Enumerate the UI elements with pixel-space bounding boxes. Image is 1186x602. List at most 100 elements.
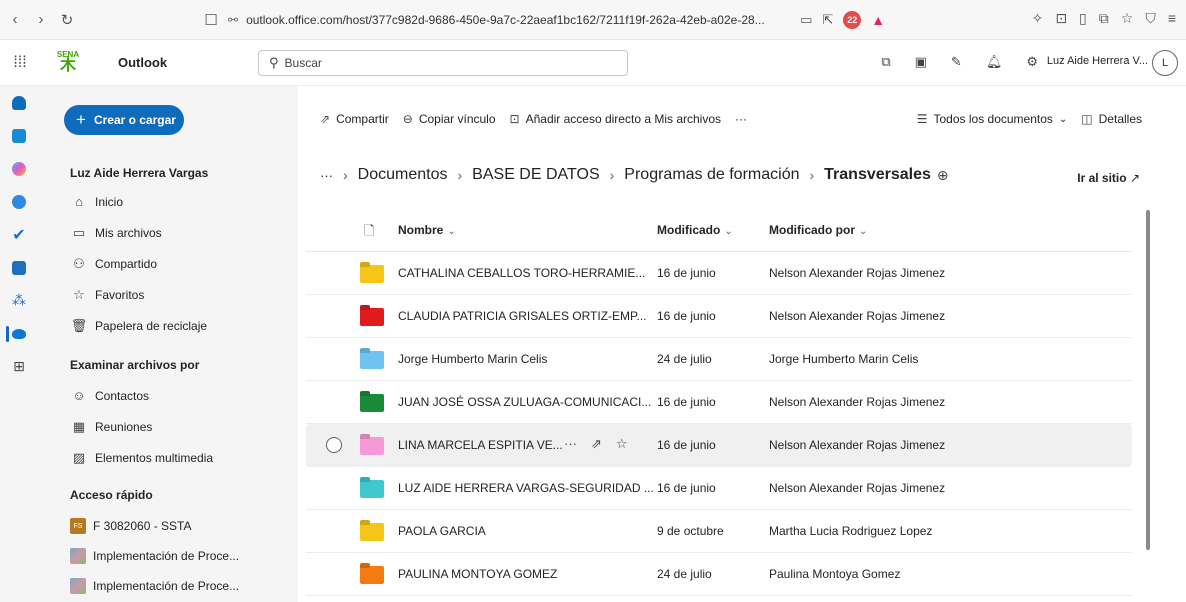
add-shortcut-button[interactable]: ⊡ Añadir acceso directo a Mis archivos	[510, 112, 721, 126]
address-bar[interactable]: ⚯ outlook.office.com/host/377c982d-9686-…	[228, 8, 908, 32]
file-name[interactable]: LUZ AIDE HERRERA VARGAS-SEGURIDAD ...	[398, 481, 654, 495]
quick-item-ssta[interactable]: FS F 3082060 - SSTA	[70, 518, 192, 534]
copy-link-button[interactable]: ⊖ Copiar vínculo	[403, 112, 496, 126]
favorite-star-icon[interactable]: ☆	[616, 436, 628, 452]
app-launcher-icon[interactable]: ⁞⁞⁞	[0, 54, 40, 72]
rail-org[interactable]: ⁂	[0, 284, 38, 317]
quick-item-implementacion-2[interactable]: Implementación de Proce...	[70, 578, 239, 594]
table-row[interactable]: CLAUDIA PATRICIA GRISALES ORTIZ-EMP... 16…	[306, 295, 1132, 338]
nav-item-reuniones[interactable]: ▦ Reuniones	[70, 419, 153, 435]
favorites-icon[interactable]: ☆	[1121, 10, 1134, 27]
sidebar-icon[interactable]: ▯	[1079, 10, 1087, 27]
table-row[interactable]: CATHALINA CEBALLOS TORO-HERRAMIE... 16 de…	[306, 252, 1132, 295]
shortcut-icon: ⊡	[509, 112, 520, 126]
rail-mail[interactable]	[0, 86, 38, 119]
rail-files[interactable]	[0, 251, 38, 284]
file-type-icon[interactable]: 🗋︎	[364, 222, 374, 244]
screenshot-icon[interactable]: ⊡	[1055, 10, 1067, 27]
share-button[interactable]: ⇗ Compartir	[320, 112, 389, 126]
file-name[interactable]: CLAUDIA PATRICIA GRISALES ORTIZ-EMP...	[398, 309, 647, 323]
file-name[interactable]: CATHALINA CEBALLOS TORO-HERRAMIE...	[398, 266, 645, 280]
table-row[interactable]: LUZ AIDE HERRERA VARGAS-SEGURIDAD ... 16 …	[306, 467, 1132, 510]
details-button[interactable]: ◫ Detalles	[1081, 112, 1142, 126]
more-commands-button[interactable]: ···	[735, 112, 747, 126]
feedback-icon[interactable]: ✎	[951, 54, 962, 70]
nav-item-inicio[interactable]: ⌂ Inicio	[70, 194, 123, 209]
nav-item-compartido[interactable]: ⚇ Compartido	[70, 256, 157, 272]
rail-people[interactable]	[0, 185, 38, 218]
column-header-modified-by[interactable]: Modificado por ⌄	[769, 223, 867, 237]
table-row[interactable]: PAULINA MONTOYA GOMEZ 24 de julio Paulina …	[306, 553, 1132, 596]
extension-triangle-icon[interactable]: ▲	[871, 12, 885, 28]
settings-icon[interactable]: ⚙	[1026, 54, 1038, 70]
breadcrumb-item[interactable]: Documentos	[358, 166, 448, 184]
view-selector[interactable]: ☰ Todos los documentos ⌄	[917, 112, 1068, 126]
site-info-icon[interactable]: ⚯	[228, 13, 238, 27]
more-actions-icon[interactable]: ···	[564, 436, 577, 452]
tabs-icon[interactable]: ⧉	[1099, 10, 1109, 27]
office-app-icon[interactable]: ▣	[915, 54, 927, 70]
app-title[interactable]: Outlook	[118, 55, 167, 70]
file-name[interactable]: Jorge Humberto Marin Celis	[398, 352, 547, 366]
menu-icon[interactable]: ≡	[1168, 10, 1176, 27]
view-lines-icon: ☰	[916, 112, 928, 126]
row-select-radio[interactable]	[326, 437, 342, 453]
notifications-icon[interactable]: 🔔︎	[986, 54, 1003, 70]
share-icon[interactable]: ⇗	[591, 436, 602, 452]
file-name[interactable]: JUAN JOSÉ OSSA ZULUAGA-COMUNICACI...	[398, 395, 651, 409]
share-page-icon[interactable]: ⇱	[822, 12, 833, 28]
chevron-right-icon: ›	[457, 167, 463, 183]
scrollbar[interactable]	[1146, 210, 1150, 550]
url-text: outlook.office.com/host/377c982d-9686-45…	[246, 13, 765, 27]
reload-icon[interactable]: ↻	[56, 9, 78, 31]
rail-calendar[interactable]	[0, 119, 38, 152]
nav-item-contactos[interactable]: ☺ Contactos	[70, 388, 149, 403]
extension-badge-icon[interactable]: 22	[843, 11, 862, 29]
search-input[interactable]: ⚲ Buscar	[258, 50, 628, 76]
user-name[interactable]: Luz Aide Herrera V...	[1047, 55, 1148, 67]
nav-item-multimedia[interactable]: ▨ Elementos multimedia	[70, 450, 213, 466]
owner-name: Luz Aide Herrera Vargas	[70, 166, 209, 180]
apps-grid-icon: ⊞	[13, 358, 25, 374]
rail-copilot[interactable]	[0, 152, 38, 185]
file-name[interactable]: PAULINA MONTOYA GOMEZ	[398, 567, 557, 581]
table-row[interactable]: JUAN JOSÉ OSSA ZULUAGA-COMUNICACI... 16 d…	[306, 381, 1132, 424]
column-header-modified[interactable]: Modificado ⌄	[657, 223, 733, 237]
breadcrumb-overflow[interactable]: ···	[320, 168, 333, 183]
breadcrumb-item[interactable]: Programas de formación	[624, 166, 799, 184]
nav-item-favoritos[interactable]: ☆ Favoritos	[70, 287, 144, 303]
breadcrumb-item[interactable]: BASE DE DATOS	[472, 166, 599, 184]
shield-icon[interactable]: ⛉	[1145, 10, 1156, 27]
forward-icon[interactable]: ›	[30, 9, 52, 31]
nav-item-papelera[interactable]: 🗑︎ Papelera de reciclaje	[70, 318, 207, 334]
table-row[interactable]: PAOLA GARCIA 9 de octubre Martha Lucia Rod…	[306, 510, 1132, 553]
calendar-icon: ▦	[72, 419, 86, 434]
rail-more-apps[interactable]: ⊞	[0, 350, 38, 383]
nav-item-mis-archivos[interactable]: ▭ Mis archivos	[70, 225, 162, 241]
cast-icon[interactable]: ▭	[800, 12, 812, 28]
main-content: ⇗ Compartir ⊖ Copiar vínculo ⊡ Añadir acces…	[298, 86, 1186, 602]
file-name[interactable]: PAOLA GARCIA	[398, 524, 486, 538]
modified-date: 16 de junio	[657, 266, 716, 280]
extensions-icon[interactable]: ✧	[1032, 10, 1044, 27]
rail-todo[interactable]: ✔	[0, 218, 38, 251]
list-header: 🗋︎ Nombre ⌄ Modificado ⌄ Modificado por ⌄	[306, 208, 1132, 252]
table-row[interactable]: LINA MARCELA ESPITIA VE... ··· ⇗ ☆ 16 de jun…	[306, 424, 1132, 467]
nav-item-label: Mis archivos	[95, 226, 162, 240]
teams-chat-icon[interactable]: ⧉	[881, 54, 890, 70]
back-icon[interactable]: ‹	[4, 9, 26, 31]
modified-by: Nelson Alexander Rojas Jimenez	[769, 395, 946, 409]
modified-date: 16 de junio	[657, 481, 716, 495]
quick-item-implementacion-1[interactable]: Implementación de Proce...	[70, 548, 239, 564]
command-bar: ⇗ Compartir ⊖ Copiar vínculo ⊡ Añadir acces…	[298, 106, 1186, 136]
create-upload-button[interactable]: + Crear o cargar	[64, 105, 184, 135]
search-icon: ⚲	[269, 55, 279, 70]
table-row[interactable]: Jorge Humberto Marin Celis 24 de julio Jor…	[306, 338, 1132, 381]
avatar[interactable]: L	[1152, 50, 1178, 76]
file-name[interactable]: LINA MARCELA ESPITIA VE...	[398, 438, 563, 452]
modified-by: Nelson Alexander Rojas Jimenez	[769, 481, 946, 495]
rail-onedrive[interactable]	[0, 317, 38, 350]
column-header-name[interactable]: Nombre ⌄	[398, 223, 456, 237]
bookmark-icon[interactable]: ☐	[200, 9, 222, 31]
go-to-site-link[interactable]: Ir al sitio ↗	[1077, 171, 1140, 185]
